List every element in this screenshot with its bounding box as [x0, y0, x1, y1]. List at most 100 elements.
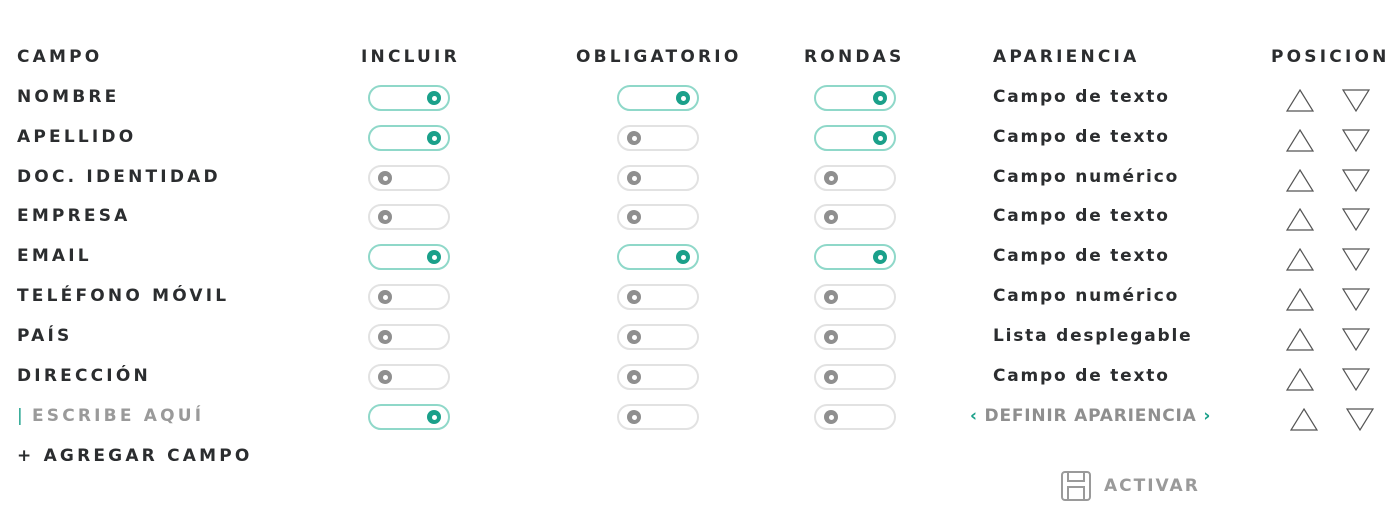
appearance-value[interactable]: Campo numérico — [993, 167, 1179, 187]
toggle-knob — [378, 210, 392, 224]
toggle-knob — [824, 290, 838, 304]
obligatorio-toggle[interactable] — [617, 125, 699, 151]
obligatorio-toggle[interactable] — [617, 204, 699, 230]
toggle-knob — [427, 410, 441, 424]
header-obligatorio: OBLIGATORIO — [576, 47, 742, 67]
toggle-knob — [873, 131, 887, 145]
toggle-knob — [378, 290, 392, 304]
toggle-knob — [627, 410, 641, 424]
move-up-icon[interactable] — [1285, 168, 1315, 193]
toggle-knob — [824, 330, 838, 344]
obligatorio-toggle[interactable] — [617, 324, 699, 350]
toggle-knob — [627, 290, 641, 304]
move-down-icon[interactable] — [1341, 287, 1371, 312]
text-cursor: | — [17, 406, 26, 426]
incluir-toggle[interactable] — [368, 284, 450, 310]
incluir-toggle[interactable] — [368, 204, 450, 230]
incluir-toggle[interactable] — [368, 364, 450, 390]
appearance-value[interactable]: Campo de texto — [993, 366, 1170, 386]
toggle-knob — [627, 131, 641, 145]
field-label: DOC. IDENTIDAD — [17, 167, 221, 187]
move-up-icon[interactable] — [1289, 407, 1319, 432]
rondas-toggle[interactable] — [814, 165, 896, 191]
toggle-knob — [824, 370, 838, 384]
define-appearance: ‹ DEFINIR APARIENCIA › — [970, 406, 1211, 426]
rondas-toggle[interactable] — [814, 324, 896, 350]
appearance-value[interactable]: Campo numérico — [993, 286, 1179, 306]
field-label: EMPRESA — [17, 206, 131, 226]
header-campo: CAMPO — [17, 47, 103, 67]
rondas-toggle[interactable] — [814, 85, 896, 111]
new-field-placeholder: ESCRIBE AQUÍ — [31, 406, 205, 426]
obligatorio-toggle[interactable] — [617, 364, 699, 390]
move-down-icon[interactable] — [1341, 367, 1371, 392]
toggle-knob — [676, 250, 690, 264]
toggle-knob — [378, 330, 392, 344]
toggle-knob — [427, 131, 441, 145]
save-icon — [1061, 471, 1091, 501]
add-field-button[interactable]: + AGREGAR CAMPO — [17, 446, 253, 466]
obligatorio-toggle[interactable] — [617, 244, 699, 270]
toggle-knob — [824, 210, 838, 224]
move-up-icon[interactable] — [1285, 287, 1315, 312]
move-down-icon[interactable] — [1341, 88, 1371, 113]
move-down-icon[interactable] — [1341, 207, 1371, 232]
move-down-icon[interactable] — [1345, 407, 1375, 432]
rondas-toggle[interactable] — [814, 204, 896, 230]
obligatorio-toggle[interactable] — [617, 284, 699, 310]
toggle-knob — [427, 91, 441, 105]
new-field-incluir-toggle[interactable] — [368, 404, 450, 430]
move-up-icon[interactable] — [1285, 327, 1315, 352]
define-appearance-label: DEFINIR APARIENCIA — [984, 406, 1197, 426]
move-down-icon[interactable] — [1341, 327, 1371, 352]
activate-button[interactable]: ACTIVAR — [1060, 470, 1200, 502]
rondas-toggle[interactable] — [814, 364, 896, 390]
move-up-icon[interactable] — [1285, 207, 1315, 232]
rondas-toggle[interactable] — [814, 244, 896, 270]
incluir-toggle[interactable] — [368, 85, 450, 111]
obligatorio-toggle[interactable] — [617, 85, 699, 111]
header-incluir: INCLUIR — [361, 47, 460, 67]
appearance-value[interactable]: Campo de texto — [993, 246, 1170, 266]
toggle-knob — [627, 370, 641, 384]
appearance-value[interactable]: Campo de texto — [993, 87, 1170, 107]
move-down-icon[interactable] — [1341, 128, 1371, 153]
toggle-knob — [873, 250, 887, 264]
move-up-icon[interactable] — [1285, 128, 1315, 153]
new-field-input[interactable]: | ESCRIBE AQUÍ — [17, 406, 204, 426]
field-label: APELLIDO — [17, 127, 137, 147]
new-field-rondas-toggle[interactable] — [814, 404, 896, 430]
move-up-icon[interactable] — [1285, 247, 1315, 272]
move-up-icon[interactable] — [1285, 367, 1315, 392]
toggle-knob — [824, 171, 838, 185]
new-field-obligatorio-toggle[interactable] — [617, 404, 699, 430]
appearance-value[interactable]: Campo de texto — [993, 127, 1170, 147]
field-label: PAÍS — [17, 326, 73, 346]
appearance-value[interactable]: Lista desplegable — [993, 326, 1192, 346]
toggle-knob — [627, 330, 641, 344]
rondas-toggle[interactable] — [814, 284, 896, 310]
toggle-knob — [378, 171, 392, 185]
activate-label: ACTIVAR — [1104, 476, 1200, 496]
chevron-right-icon[interactable]: › — [1203, 406, 1211, 426]
field-label: DIRECCIÓN — [17, 366, 151, 386]
toggle-knob — [378, 370, 392, 384]
rondas-toggle[interactable] — [814, 125, 896, 151]
field-label: NOMBRE — [17, 87, 120, 107]
move-down-icon[interactable] — [1341, 247, 1371, 272]
toggle-knob — [427, 250, 441, 264]
incluir-toggle[interactable] — [368, 165, 450, 191]
field-label: EMAIL — [17, 246, 92, 266]
incluir-toggle[interactable] — [368, 324, 450, 350]
move-down-icon[interactable] — [1341, 168, 1371, 193]
move-up-icon[interactable] — [1285, 88, 1315, 113]
toggle-knob — [824, 410, 838, 424]
chevron-left-icon[interactable]: ‹ — [970, 406, 978, 426]
header-posicion: POSICION — [1271, 47, 1390, 67]
incluir-toggle[interactable] — [368, 125, 450, 151]
appearance-value[interactable]: Campo de texto — [993, 206, 1170, 226]
obligatorio-toggle[interactable] — [617, 165, 699, 191]
header-apariencia: APARIENCIA — [993, 47, 1140, 67]
incluir-toggle[interactable] — [368, 244, 450, 270]
toggle-knob — [676, 91, 690, 105]
